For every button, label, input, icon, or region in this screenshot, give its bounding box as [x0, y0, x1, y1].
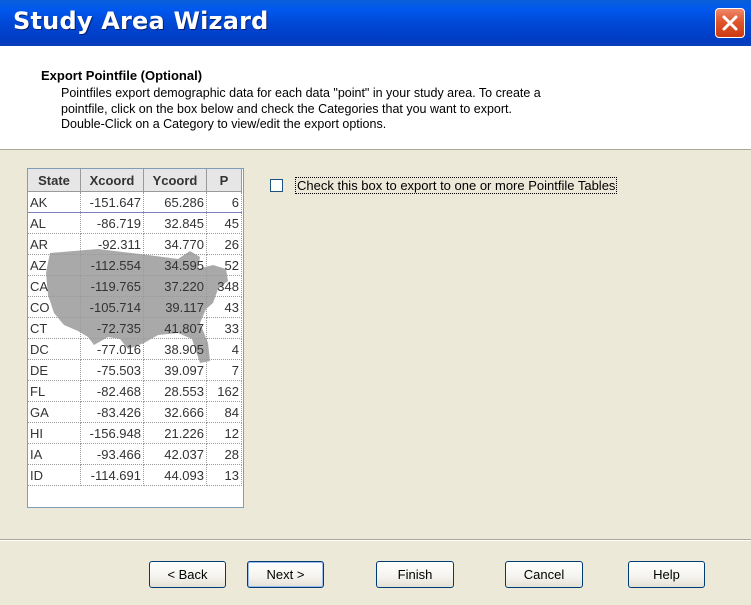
- table-row[interactable]: AZ -112.554 34.595 52: [28, 254, 242, 276]
- table-cell: 41.807: [143, 317, 207, 339]
- table-cell: 34.770: [143, 233, 207, 255]
- table-cell: 65.286: [143, 191, 207, 213]
- finish-button[interactable]: Finish: [376, 561, 454, 588]
- help-button[interactable]: Help: [628, 561, 705, 588]
- table-cell: 33: [206, 317, 242, 339]
- table-cell: -72.735: [80, 317, 144, 339]
- table-row[interactable]: IA -93.466 42.037 28: [28, 443, 242, 465]
- table-cell: 348: [206, 275, 242, 297]
- table-row[interactable]: DC -77.016 38.905 4: [28, 338, 242, 360]
- table-cell: DC: [28, 338, 81, 360]
- table-row[interactable]: ID -114.691 44.093 13: [28, 464, 242, 486]
- table-cell: -93.466: [80, 443, 144, 465]
- table-cell: DE: [28, 359, 81, 381]
- table-cell: IA: [28, 443, 81, 465]
- table-cell: CT: [28, 317, 81, 339]
- table-cell: -105.714: [80, 296, 144, 318]
- table-cell: CA: [28, 275, 81, 297]
- page-description: Pointfiles export demographic data for e…: [61, 86, 741, 133]
- wizard-header: Export Pointfile (Optional) Pointfiles e…: [0, 46, 751, 150]
- footer-divider: [0, 539, 751, 541]
- window-title: Study Area Wizard: [13, 7, 269, 35]
- column-header-p[interactable]: P: [206, 169, 242, 192]
- table-cell: 37.220: [143, 275, 207, 297]
- cancel-button[interactable]: Cancel: [505, 561, 583, 588]
- table-cell: -83.426: [80, 401, 144, 423]
- data-grid: State Xcoord Ycoord P AK -151.647 65.286 6 A…: [28, 169, 242, 486]
- table-row[interactable]: AR -92.311 34.770 26: [28, 233, 242, 255]
- table-cell: 84: [206, 401, 242, 423]
- table-cell: 32.666: [143, 401, 207, 423]
- column-header-ycoord[interactable]: Ycoord: [143, 169, 207, 192]
- pointfile-preview-table[interactable]: State Xcoord Ycoord P AK -151.647 65.286 6 A…: [27, 168, 244, 508]
- table-cell: 7: [206, 359, 242, 381]
- table-cell: 13: [206, 464, 242, 486]
- table-cell: -86.719: [80, 212, 144, 234]
- table-cell: CO: [28, 296, 81, 318]
- table-cell: 45: [206, 212, 242, 234]
- page-title: Export Pointfile (Optional): [41, 68, 203, 83]
- table-cell: AZ: [28, 254, 81, 276]
- table-row[interactable]: FL -82.468 28.553 162: [28, 380, 242, 402]
- table-cell: -77.016: [80, 338, 144, 360]
- column-header-xcoord[interactable]: Xcoord: [80, 169, 144, 192]
- table-cell: FL: [28, 380, 81, 402]
- table-cell: AK: [28, 191, 81, 213]
- table-cell: 44.093: [143, 464, 207, 486]
- next-button[interactable]: Next >: [247, 561, 324, 588]
- table-cell: -151.647: [80, 191, 144, 213]
- table-row[interactable]: GA -83.426 32.666 84: [28, 401, 242, 423]
- table-cell: 39.117: [143, 296, 207, 318]
- table-cell: 28: [206, 443, 242, 465]
- table-row[interactable]: CT -72.735 41.807 33: [28, 317, 242, 339]
- table-cell: ID: [28, 464, 81, 486]
- table-cell: 162: [206, 380, 242, 402]
- table-cell: 43: [206, 296, 242, 318]
- table-cell: AR: [28, 233, 81, 255]
- table-cell: 26: [206, 233, 242, 255]
- table-cell: -82.468: [80, 380, 144, 402]
- back-button[interactable]: < Back: [149, 561, 226, 588]
- table-cell: 28.553: [143, 380, 207, 402]
- description-line: pointfile, click on the box below and ch…: [61, 101, 512, 116]
- table-row[interactable]: DE -75.503 39.097 7: [28, 359, 242, 381]
- table-cell: -75.503: [80, 359, 144, 381]
- column-header-state[interactable]: State: [28, 169, 81, 192]
- table-row[interactable]: AL -86.719 32.845 45: [28, 212, 242, 234]
- description-line: Double-Click on a Category to view/edit …: [61, 117, 387, 131]
- table-cell: 32.845: [143, 212, 207, 234]
- table-cell: 12: [206, 422, 242, 444]
- close-button[interactable]: [715, 8, 745, 38]
- table-cell: AL: [28, 212, 81, 234]
- table-cell: 42.037: [143, 443, 207, 465]
- table-row[interactable]: CA -119.765 37.220 348: [28, 275, 242, 297]
- table-cell: 38.905: [143, 338, 207, 360]
- table-cell: 52: [206, 254, 242, 276]
- description-line: Pointfiles export demographic data for e…: [61, 86, 541, 100]
- table-cell: 4: [206, 338, 242, 360]
- table-row[interactable]: HI -156.948 21.226 12: [28, 422, 242, 444]
- table-cell: 6: [206, 191, 242, 213]
- table-cell: HI: [28, 422, 81, 444]
- table-cell: -156.948: [80, 422, 144, 444]
- table-cell: -92.311: [80, 233, 144, 255]
- table-cell: 21.226: [143, 422, 207, 444]
- title-bar: Study Area Wizard: [0, 0, 751, 46]
- export-pointfile-label[interactable]: Check this box to export to one or more …: [295, 177, 618, 194]
- table-cell: -112.554: [80, 254, 144, 276]
- table-cell: -114.691: [80, 464, 144, 486]
- close-icon: [722, 15, 738, 31]
- table-row[interactable]: AK -151.647 65.286 6: [28, 191, 242, 213]
- table-cell: -119.765: [80, 275, 144, 297]
- table-cell: GA: [28, 401, 81, 423]
- table-cell: 39.097: [143, 359, 207, 381]
- table-cell: 34.595: [143, 254, 207, 276]
- table-row[interactable]: CO -105.714 39.117 43: [28, 296, 242, 318]
- export-pointfile-checkbox[interactable]: [270, 179, 283, 192]
